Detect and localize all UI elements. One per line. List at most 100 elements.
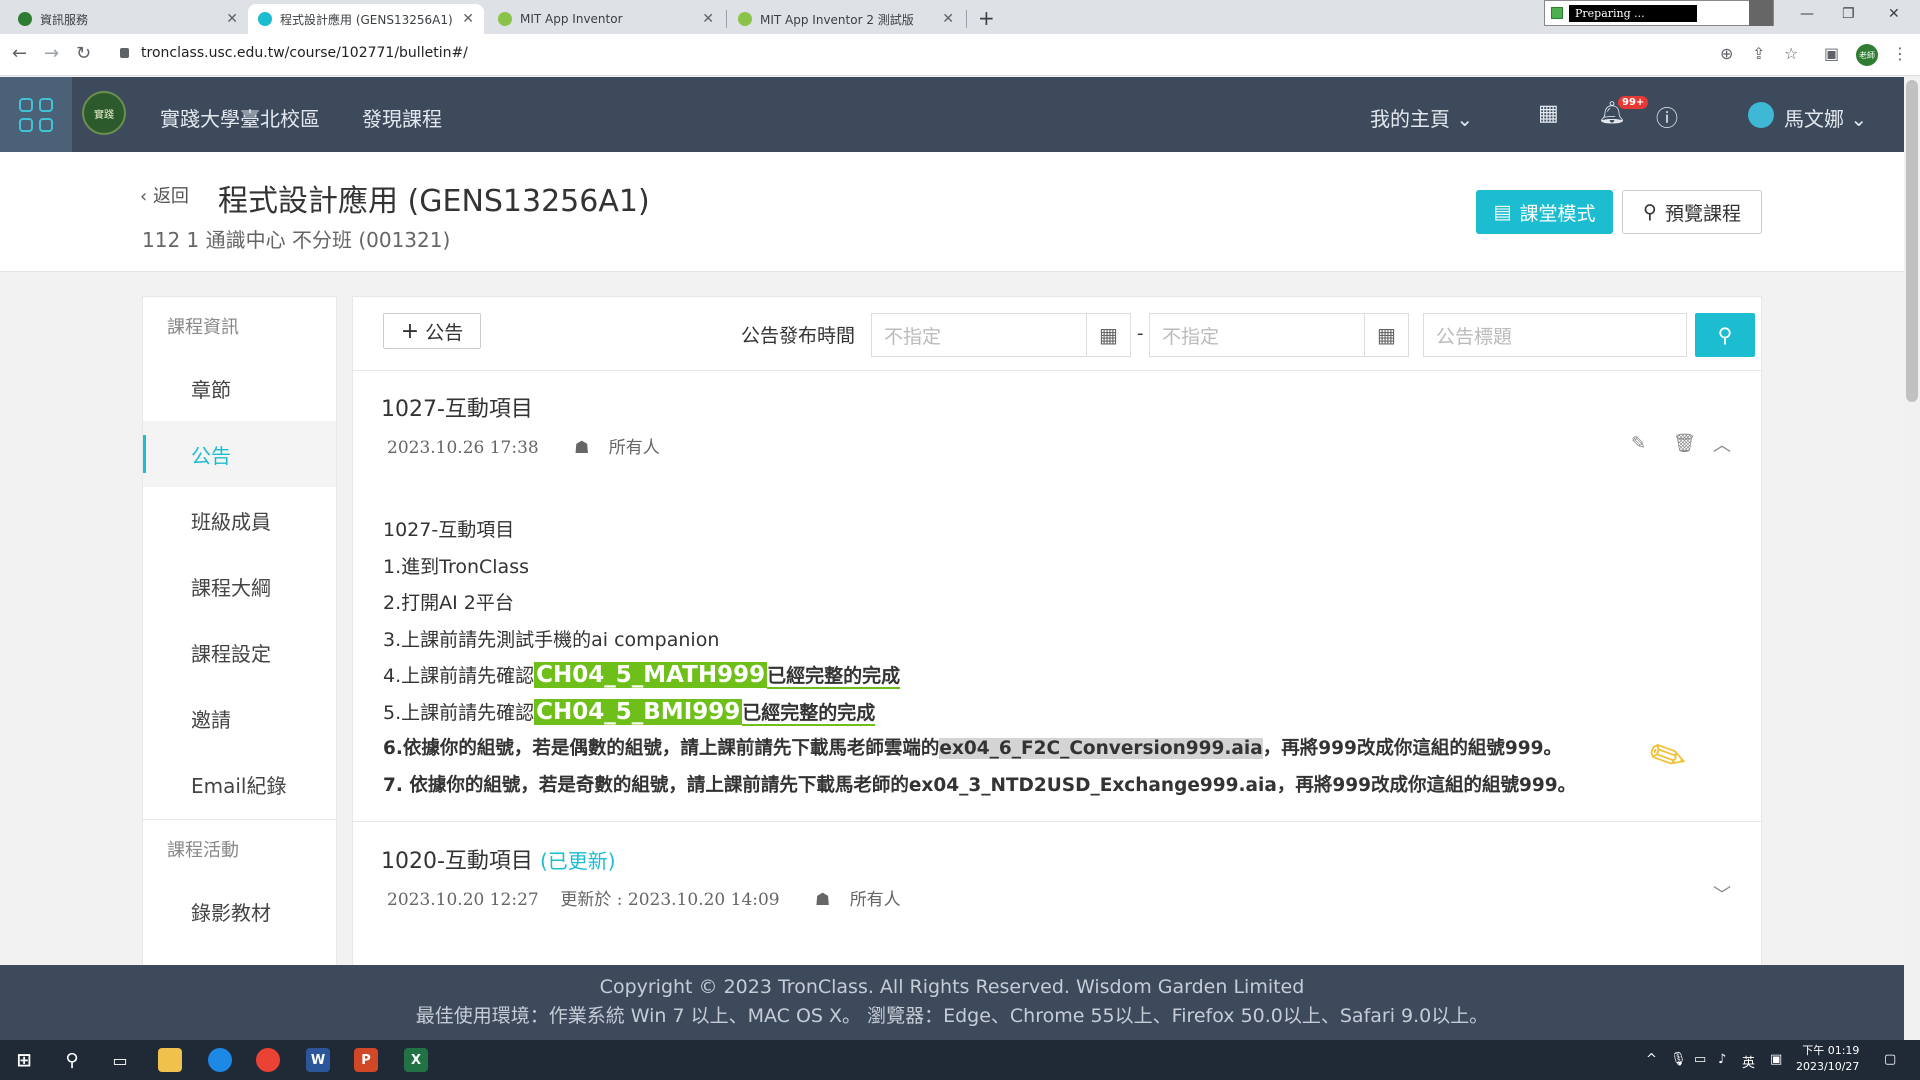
post-date: 2023.10.20 12:27: [387, 890, 539, 910]
school-logo[interactable]: 實踐: [82, 91, 126, 135]
minimize-icon[interactable]: —: [1800, 6, 1814, 22]
search-button[interactable]: ⚲: [1695, 313, 1755, 357]
calendar-icon[interactable]: ▦: [1364, 313, 1408, 357]
powerpoint-icon[interactable]: P: [354, 1048, 378, 1072]
user-menu[interactable]: 馬文娜 ⌄: [1784, 103, 1867, 132]
bookmark-star-icon[interactable]: ☆: [1784, 44, 1798, 63]
sidebar-item-settings[interactable]: 課程設定: [143, 619, 336, 685]
post-audience: 所有人: [608, 438, 660, 458]
preview-label: 預覽課程: [1664, 202, 1741, 225]
preview-course-button[interactable]: ⚲ 預覽課程: [1622, 190, 1762, 234]
apps-grid-button[interactable]: [0, 77, 72, 152]
highlight-project-name: CH04_5_MATH999: [534, 662, 768, 688]
notification-center-icon[interactable]: ▢: [1884, 1052, 1896, 1067]
file-explorer-icon[interactable]: [158, 1048, 182, 1072]
menu-kebab-icon[interactable]: ⋮: [1892, 44, 1908, 63]
chrome-icon[interactable]: [256, 1048, 280, 1072]
search-icon: ⚲: [1643, 201, 1657, 223]
browser-tab[interactable]: MIT App Inventor ✕: [488, 4, 724, 34]
calendar-icon[interactable]: ▦: [1538, 101, 1559, 126]
trash-icon[interactable]: 🗑︎: [1673, 433, 1696, 454]
highlight-project-name: CH04_5_BMI999: [534, 698, 743, 725]
bulletin-title-search-input[interactable]: 公告標題: [1423, 313, 1687, 357]
ime-indicator[interactable]: 英: [1742, 1052, 1755, 1071]
microphone-icon[interactable]: 🎙︎: [1670, 1052, 1687, 1067]
network-icon[interactable]: ▭: [1694, 1052, 1706, 1067]
browser-tab[interactable]: MIT App Inventor 2 測試版 ✕: [728, 4, 964, 34]
windows-start-icon[interactable]: ⊞: [12, 1048, 36, 1072]
date-to-input[interactable]: 不指定 ▦: [1149, 313, 1409, 357]
user-avatar-icon[interactable]: [1748, 102, 1774, 128]
tab-title: MIT App Inventor: [520, 12, 623, 26]
system-clock[interactable]: 下午 01:19 2023/10/27: [1796, 1043, 1859, 1075]
zoom-icon[interactable]: ⊕: [1720, 44, 1733, 63]
close-tab-icon[interactable]: ✕: [702, 11, 714, 27]
edge-icon[interactable]: [208, 1048, 232, 1072]
close-tab-icon[interactable]: ✕: [462, 11, 474, 27]
chevron-down-icon[interactable]: ﹀: [1713, 881, 1731, 907]
word-icon[interactable]: W: [306, 1048, 330, 1072]
windows-taskbar: ⊞ ⚲ ▭ W P X ^ 🎙︎ ▭ ♪ 英 ▣ 下午 01:19 2023/1…: [0, 1040, 1920, 1080]
recording-stop-button[interactable]: [1749, 0, 1773, 26]
browser-tab[interactable]: 資訊服務 ✕: [8, 4, 248, 34]
grid-square-icon: [39, 117, 53, 132]
post-line: 1.進到TronClass: [383, 555, 529, 578]
back-arrow-icon[interactable]: ←: [12, 43, 27, 64]
classroom-mode-button[interactable]: ▤ 課堂模式: [1476, 190, 1613, 234]
post-title[interactable]: 1020-互動項目 (已更新): [381, 843, 616, 875]
sidebar-item-invite[interactable]: 邀請: [143, 685, 336, 751]
share-icon[interactable]: ⇪: [1752, 44, 1765, 63]
add-bulletin-button[interactable]: + 公告: [383, 313, 481, 349]
restore-icon[interactable]: ❐: [1842, 6, 1855, 22]
tray-chevron-icon[interactable]: ^: [1646, 1052, 1657, 1067]
sidebar-item-email-log[interactable]: Email紀錄: [143, 751, 336, 817]
reload-icon[interactable]: ↻: [76, 43, 91, 64]
sidebar-item-videos[interactable]: 錄影教材: [143, 878, 336, 944]
task-view-icon[interactable]: ▭: [108, 1048, 132, 1072]
chevron-up-icon[interactable]: ︿: [1713, 431, 1731, 457]
back-link[interactable]: ‹ 返回: [140, 182, 189, 208]
sidebar-item-bulletin[interactable]: 公告: [143, 421, 336, 487]
sidebar-item-members[interactable]: 班級成員: [143, 487, 336, 553]
post-line: 3.上課前請先測試手機的ai companion: [383, 628, 720, 651]
post-meta: 2023.10.20 12:27 更新於 : 2023.10.20 14:09 …: [387, 885, 901, 910]
bulletin-toolbar: + 公告 公告發布時間 不指定 ▦ - 不指定 ▦ 公告標題 ⚲: [353, 297, 1761, 371]
people-icon: ☗: [815, 890, 831, 910]
favicon-icon: [738, 12, 752, 26]
bulletin-panel: + 公告 公告發布時間 不指定 ▦ - 不指定 ▦ 公告標題 ⚲ 1027-互動項…: [352, 296, 1762, 966]
help-icon[interactable]: ⓘ: [1656, 101, 1678, 133]
sidebar-item-chapters[interactable]: 章節: [143, 355, 336, 421]
sidepanel-icon[interactable]: ▣: [1824, 44, 1839, 63]
nav-campus-link[interactable]: 實踐大學臺北校區: [160, 103, 320, 132]
close-window-icon[interactable]: ✕: [1888, 6, 1900, 22]
post-line: 6.依據你的組號，若是偶數的組號，請上課前請先下載馬老師雲端的ex04_6_F2…: [383, 734, 1576, 771]
clock-date: 2023/10/27: [1796, 1060, 1860, 1073]
search-icon: ⚲: [1717, 323, 1733, 347]
close-tab-icon[interactable]: ✕: [942, 11, 954, 27]
calendar-icon[interactable]: ▦: [1086, 313, 1130, 357]
url-field[interactable]: tronclass.usc.edu.tw/course/102771/bulle…: [141, 45, 468, 61]
new-tab-button[interactable]: +: [978, 6, 995, 30]
tab-title: MIT App Inventor 2 測試版: [760, 12, 914, 27]
post-title[interactable]: 1027-互動項目: [381, 391, 533, 423]
forward-arrow-icon[interactable]: →: [44, 43, 59, 64]
ime-mode-icon[interactable]: ▣: [1770, 1052, 1782, 1067]
lock-icon: [120, 48, 129, 58]
search-icon[interactable]: ⚲: [60, 1048, 84, 1072]
close-tab-icon[interactable]: ✕: [226, 11, 238, 27]
footer-copyright: Copyright © 2023 TronClass. All Rights R…: [599, 976, 1305, 998]
edit-icon[interactable]: ✎: [1631, 433, 1646, 454]
chat-icon: ▤: [1493, 201, 1512, 223]
user-name: 馬文娜: [1784, 107, 1844, 131]
scrollbar-thumb[interactable]: [1906, 80, 1918, 402]
excel-icon[interactable]: X: [404, 1048, 428, 1072]
people-icon: ☗: [574, 438, 590, 458]
date-from-input[interactable]: 不指定 ▦: [871, 313, 1131, 357]
post-line: 2.打開AI 2平台: [383, 592, 514, 614]
my-home-dropdown[interactable]: 我的主頁 ⌄: [1370, 103, 1473, 132]
browser-tab-active[interactable]: 程式設計應用 (GENS13256A1) ✕: [248, 4, 484, 34]
volume-icon[interactable]: ♪: [1718, 1052, 1726, 1067]
sidebar-item-syllabus[interactable]: 課程大綱: [143, 553, 336, 619]
nav-discover-courses[interactable]: 發現課程: [362, 103, 442, 132]
profile-avatar[interactable]: 老師: [1856, 44, 1878, 66]
